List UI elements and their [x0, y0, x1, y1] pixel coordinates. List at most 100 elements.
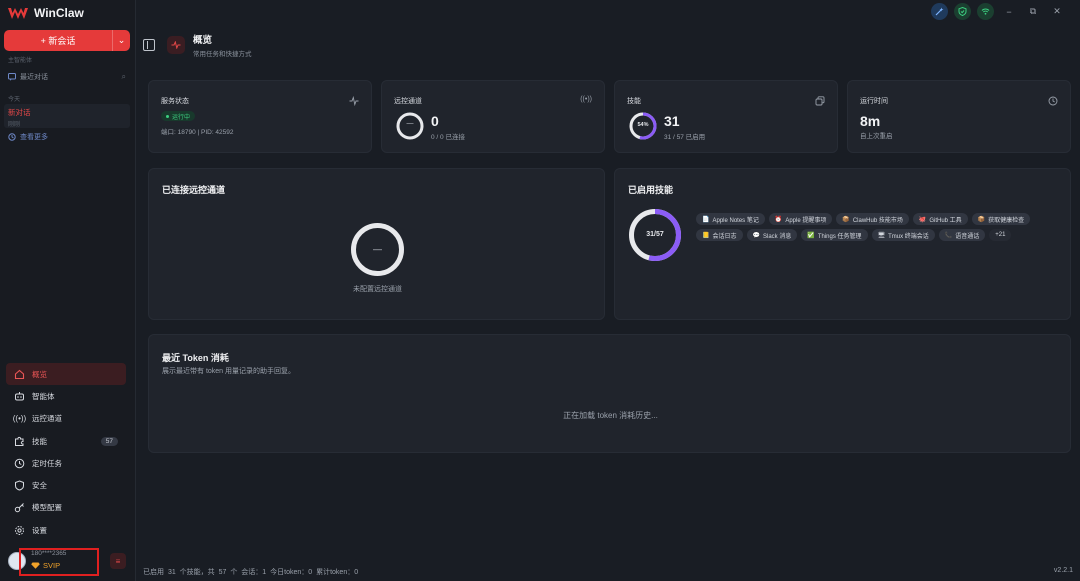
connected-ring-label: —	[373, 244, 382, 254]
card-title: 服务状态	[161, 98, 189, 105]
skill-tag[interactable]: 📦 ClawHub 技能市场	[836, 213, 909, 225]
close-icon: ✕	[1053, 6, 1061, 16]
status-badge: 运行中	[161, 111, 196, 121]
skill-tag[interactable]: ✅ Things 任务管理	[801, 229, 868, 241]
network-status-button[interactable]	[977, 3, 994, 20]
page-title: 概览	[193, 35, 213, 46]
activity-icon	[167, 36, 185, 54]
user-menu-button[interactable]: ≡	[110, 553, 126, 569]
skill-tag-icon: ⏰	[774, 216, 783, 223]
security-status-button[interactable]	[954, 3, 971, 20]
diamond-icon	[31, 562, 40, 569]
restore-icon: ⧉	[1029, 6, 1037, 16]
service-status-card: 服务状态 运行中 端口: 18790 | PID: 42592	[148, 80, 372, 153]
enabled-ring-label: 31/57	[646, 231, 664, 238]
service-port-pid: 端口: 18790 | PID: 42592	[161, 129, 234, 136]
sidebar-item-model-config[interactable]: 模型配置	[6, 497, 126, 519]
skill-tag[interactable]: ⏰ Apple 提醒事项	[768, 213, 833, 225]
menu-icon: ≡	[115, 556, 121, 566]
chat-item-time: 刚刚	[8, 122, 21, 128]
skill-tag-label: Tmux 终端会话	[888, 233, 929, 240]
close-button[interactable]: ✕	[1048, 3, 1066, 20]
sidebar-nav: 概览 智能体 ((•)) 远控通道 技能 57 定时任务 安全 模型配置 设置	[6, 363, 126, 541]
sidebar-item-scheduled-tasks[interactable]: 定时任务	[6, 452, 126, 474]
channels-card: 远控通道 ((•)) — 0 0 / 0 已连接	[381, 80, 605, 153]
uptime-value: 8m	[860, 113, 881, 129]
new-chat-button[interactable]: + 新会话 ⌄	[4, 30, 130, 51]
sidebar-item-label: 技能	[32, 436, 47, 446]
skill-tag[interactable]: 📒 会话日志	[696, 229, 743, 241]
workspace-label: 主智能体	[8, 58, 33, 64]
history-icon	[8, 133, 16, 141]
uptime-card: 运行时间 8m 自上次重启	[847, 80, 1071, 153]
sidebar-toggle-icon[interactable]	[143, 39, 155, 51]
sidebar-item-label: 概览	[32, 369, 47, 379]
key-icon	[14, 502, 25, 513]
maximize-button[interactable]: ⧉	[1024, 3, 1042, 20]
chat-list-item[interactable]: 新对话 刚刚	[4, 104, 130, 128]
copy-icon	[815, 96, 825, 106]
today-label: 今天	[8, 97, 21, 103]
skill-tag-icon: 💬	[752, 232, 760, 239]
sidebar-item-security[interactable]: 安全	[6, 474, 126, 496]
page-subtitle: 常用任务和快捷方式	[193, 51, 252, 58]
shield-check-icon	[958, 7, 967, 16]
new-chat-label: + 新会话	[40, 36, 76, 46]
sidebar-item-settings[interactable]: 设置	[6, 519, 126, 541]
skill-tag-label: 会话日志	[712, 233, 737, 240]
sidebar-item-channels[interactable]: ((•)) 远控通道	[6, 408, 126, 430]
panel-subtitle: 展示最近带有 token 用量记录的助手回复。	[162, 368, 296, 375]
chevron-down-icon[interactable]: ⌄	[112, 30, 130, 51]
skill-tag-label: 语音通话	[955, 233, 980, 240]
skill-tag-label: Apple 提醒事项	[785, 217, 827, 224]
skills-detail: 31 / 57 已启用	[664, 134, 706, 141]
magic-wand-icon	[935, 7, 944, 16]
sidebar: WinClaw + 新会话 ⌄ 主智能体 最近对话 ⌕ 今天 新对话 刚刚 查看…	[0, 0, 136, 581]
skills-count-badge: 57	[100, 436, 118, 446]
sidebar-item-overview[interactable]: 概览	[6, 363, 126, 386]
skill-tag[interactable]: 🖥 Tmux 终端会话	[871, 229, 935, 241]
uptime-detail: 自上次重启	[860, 133, 893, 140]
shield-icon	[14, 480, 25, 491]
skill-tag-label: Things 任务管理	[817, 233, 862, 240]
skill-tag[interactable]: 📦 获取健康检查	[971, 213, 1031, 225]
skills-count: 31	[664, 113, 680, 129]
sidebar-item-label: 远控通道	[32, 414, 62, 424]
minimize-button[interactable]: −	[1000, 3, 1018, 20]
connected-channels-panel: 已连接远控通道 — 未配置远控通道	[148, 168, 605, 320]
skill-tag-icon: 📄	[702, 216, 710, 223]
skill-tag[interactable]: 🐙 GitHub 工具	[912, 213, 968, 225]
app-title: WinClaw	[34, 6, 84, 20]
search-icon[interactable]: ⌕	[122, 72, 126, 82]
see-more-label: 查看更多	[20, 134, 48, 141]
skill-tag-icon: 📞	[944, 232, 953, 239]
status-bar: 已启用 31 个技能，共 57 个 会话：1 今日token：0 累计token…	[143, 569, 359, 576]
sidebar-item-skills[interactable]: 技能 57	[6, 430, 126, 452]
recent-chats-label: 最近对话	[20, 74, 48, 81]
window-controls: − ⧉ ✕	[931, 3, 1066, 20]
skill-tag[interactable]: 📄 Apple Notes 笔记	[696, 213, 765, 225]
card-title: 远控通道	[394, 98, 422, 105]
chat-item-title: 新对话	[8, 108, 31, 117]
skill-tag-label: 获取健康检查	[988, 217, 1025, 224]
app-logo: WinClaw	[8, 6, 84, 20]
empty-state-text: 未配置远控通道	[353, 286, 402, 293]
skill-tag[interactable]: 📞 语音通话	[938, 229, 986, 241]
enabled-skills-panel: 已启用技能 31/57 📄 Apple Notes 笔记 ⏰ Apple 提醒事项 …	[614, 168, 1071, 320]
skill-tag-label: GitHub 工具	[929, 217, 962, 224]
channels-count: 0	[431, 113, 439, 129]
skill-tag-icon: ✅	[807, 232, 815, 239]
svip-label: SVIP	[43, 561, 61, 570]
sidebar-item-label: 设置	[32, 525, 47, 535]
skill-tag[interactable]: 💬 Slack 消息	[746, 229, 798, 241]
sidebar-item-label: 安全	[32, 481, 47, 491]
skill-tags: 📄 Apple Notes 笔记 ⏰ Apple 提醒事项 📦 ClawHub 技能市…	[696, 213, 1036, 241]
sidebar-item-agents[interactable]: 智能体	[6, 385, 126, 407]
magic-wand-button[interactable]	[931, 3, 948, 20]
recent-chats-header[interactable]: 最近对话 ⌕	[8, 72, 126, 82]
see-more-link[interactable]: 查看更多	[8, 132, 48, 142]
more-skills-tag[interactable]: +21	[989, 229, 1012, 241]
channels-ring-label: —	[406, 120, 414, 127]
user-profile[interactable]: 180****2365 SVIP ≡	[4, 548, 130, 576]
wifi-icon	[981, 8, 990, 15]
